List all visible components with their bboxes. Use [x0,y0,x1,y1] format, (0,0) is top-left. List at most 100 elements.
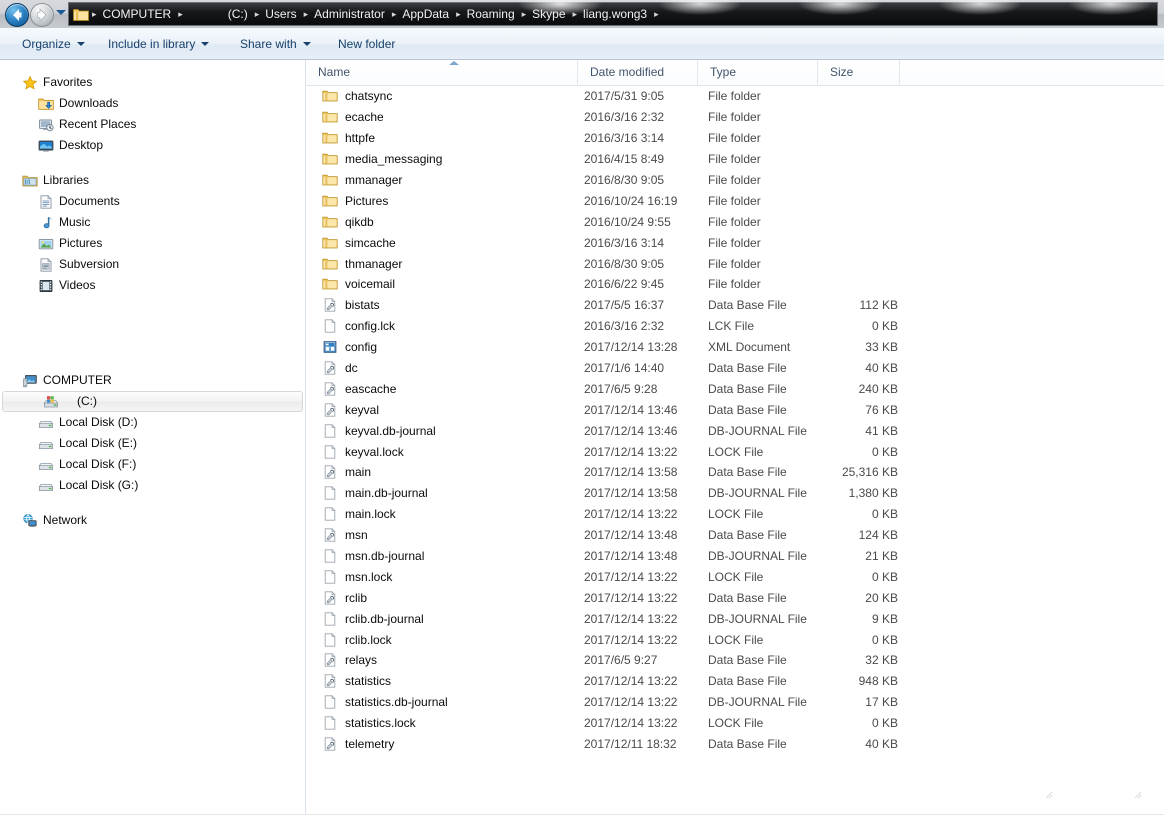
file-name-cell[interactable]: statistics.lock [322,715,578,731]
address-bar[interactable]: ▸ COMPUTER ▸ (C:) ▸ Users ▸ Administrato… [68,2,1158,26]
breadcrumb-computer[interactable]: COMPUTER [98,4,178,24]
file-name-cell[interactable]: config.lck [322,318,578,334]
file-name-cell[interactable]: voicemail [322,276,578,292]
sidebar-group-favorites[interactable]: Favorites [0,72,305,93]
back-button[interactable] [5,3,29,27]
file-list-row[interactable]: msn.db-journal2017/12/14 13:48DB-JOURNAL… [306,546,1164,567]
file-list-row[interactable]: main.lock2017/12/14 13:22LOCK File0 KB [306,504,1164,525]
column-header-type[interactable]: Type [698,60,818,85]
file-list-row[interactable]: qikdb2016/10/24 9:55File folder [306,211,1164,232]
sidebar-item-videos[interactable]: Videos [0,275,305,296]
file-list-row[interactable]: msn.lock2017/12/14 13:22LOCK File0 KB [306,566,1164,587]
file-name-cell[interactable]: dc [322,360,578,376]
sidebar-item-local-disk-e[interactable]: Local Disk (E:) [0,433,305,454]
sidebar-item-recent-places[interactable]: Recent Places [0,114,305,135]
file-name-cell[interactable]: main.db-journal [322,485,578,501]
file-name-cell[interactable]: keyval [322,402,578,418]
breadcrumb-skype[interactable]: Skype [527,4,571,24]
file-list-row[interactable]: relays2017/6/5 9:27Data Base File32 KB [306,650,1164,671]
sidebar-group-libraries[interactable]: Libraries [0,170,305,191]
file-name-cell[interactable]: media_messaging [322,151,578,167]
column-header-filler[interactable] [900,60,1164,85]
file-name-cell[interactable]: msn.lock [322,569,578,585]
file-list[interactable]: chatsync2017/5/31 9:05File folderecache2… [306,86,1164,818]
breadcrumb-administrator[interactable]: Administrator [309,4,391,24]
file-name-cell[interactable]: msn [322,527,578,543]
file-name-cell[interactable]: main [322,464,578,480]
file-list-row[interactable]: Pictures2016/10/24 16:19File folder [306,190,1164,211]
file-name-cell[interactable]: statistics.db-journal [322,694,578,710]
sidebar-item-music[interactable]: Music [0,212,305,233]
file-name-cell[interactable]: relays [322,652,578,668]
file-list-row[interactable]: keyval.lock2017/12/14 13:22LOCK File0 KB [306,441,1164,462]
file-list-row[interactable]: thmanager2016/8/30 9:05File folder [306,253,1164,274]
sidebar-item-downloads[interactable]: Downloads [0,93,305,114]
file-name-cell[interactable]: config [322,339,578,355]
file-list-row[interactable]: statistics.lock2017/12/14 13:22LOCK File… [306,713,1164,734]
organize-button[interactable]: Organize [14,34,93,55]
file-list-row[interactable]: chatsync2017/5/31 9:05File folder [306,86,1164,107]
breadcrumb-appdata[interactable]: AppData [397,4,455,24]
file-name-cell[interactable]: msn.db-journal [322,548,578,564]
file-name-cell[interactable]: rclib.lock [322,632,578,648]
file-name-cell[interactable]: main.lock [322,506,578,522]
file-name-cell[interactable]: bistats [322,297,578,313]
column-header-date-modified[interactable]: Date modified [578,60,698,85]
file-list-row[interactable]: main2017/12/14 13:58Data Base File25,316… [306,462,1164,483]
file-name-cell[interactable]: keyval.lock [322,444,578,460]
file-name-cell[interactable]: rclib [322,590,578,606]
file-list-row[interactable]: msn2017/12/14 13:48Data Base File124 KB [306,525,1164,546]
column-header-name[interactable]: Name [306,60,578,85]
sidebar-item-pictures[interactable]: Pictures [0,233,305,254]
sidebar-item-subversion[interactable]: Subversion [0,254,305,275]
sidebar-item-local-disk-g[interactable]: Local Disk (G:) [0,475,305,496]
file-list-row[interactable]: mmanager2016/8/30 9:05File folder [306,170,1164,191]
new-folder-button[interactable]: New folder [330,34,403,55]
file-list-row[interactable]: dc2017/1/6 14:40Data Base File40 KB [306,358,1164,379]
file-name-cell[interactable]: Pictures [322,193,578,209]
file-list-row[interactable]: main.db-journal2017/12/14 13:58DB-JOURNA… [306,483,1164,504]
file-list-row[interactable]: media_messaging2016/4/15 8:49File folder [306,149,1164,170]
sidebar-item-documents[interactable]: Documents [0,191,305,212]
file-list-row[interactable]: rclib.lock2017/12/14 13:22LOCK File0 KB [306,629,1164,650]
recent-pages-dropdown-icon[interactable] [56,10,66,15]
column-header-size[interactable]: Size [818,60,900,85]
file-list-row[interactable]: statistics2017/12/14 13:22Data Base File… [306,671,1164,692]
file-list-row[interactable]: rclib2017/12/14 13:22Data Base File20 KB [306,587,1164,608]
sidebar-item-desktop[interactable]: Desktop [0,135,305,156]
breadcrumb-separator[interactable]: ▸ [653,5,660,23]
sidebar-item-c-drive[interactable]: (C:) [2,391,303,412]
file-list-row[interactable]: httpfe2016/3/16 3:14File folder [306,128,1164,149]
file-list-row[interactable]: statistics.db-journal2017/12/14 13:22DB-… [306,692,1164,713]
file-list-row[interactable]: voicemail2016/6/22 9:45File folder [306,274,1164,295]
breadcrumb-roaming[interactable]: Roaming [462,4,521,24]
file-name-cell[interactable]: telemetry [322,736,578,752]
file-name-cell[interactable]: rclib.db-journal [322,611,578,627]
breadcrumb-c-drive[interactable]: (C:) [184,4,254,24]
sidebar-item-local-disk-d[interactable]: Local Disk (D:) [0,412,305,433]
sidebar-group-computer[interactable]: COMPUTER [0,370,305,391]
sidebar-group-network[interactable]: Network [0,510,305,531]
file-list-row[interactable]: keyval2017/12/14 13:46Data Base File76 K… [306,399,1164,420]
file-list-row[interactable]: simcache2016/3/16 3:14File folder [306,232,1164,253]
file-list-row[interactable]: rclib.db-journal2017/12/14 13:22DB-JOURN… [306,608,1164,629]
forward-button[interactable] [30,3,54,27]
file-list-row[interactable]: bistats2017/5/5 16:37Data Base File112 K… [306,295,1164,316]
file-name-cell[interactable]: ecache [322,109,578,125]
file-name-cell[interactable]: simcache [322,235,578,251]
share-with-button[interactable]: Share with [232,34,319,55]
sidebar-item-local-disk-f[interactable]: Local Disk (F:) [0,454,305,475]
file-name-cell[interactable]: statistics [322,673,578,689]
file-name-cell[interactable]: keyval.db-journal [322,423,578,439]
file-name-cell[interactable]: eascache [322,381,578,397]
file-name-cell[interactable]: mmanager [322,172,578,188]
file-name-cell[interactable]: qikdb [322,214,578,230]
include-in-library-button[interactable]: Include in library [100,34,217,55]
file-name-cell[interactable]: thmanager [322,256,578,272]
file-list-row[interactable]: config2017/12/14 13:28XML Document33 KB [306,337,1164,358]
file-list-row[interactable]: config.lck2016/3/16 2:32LCK File0 KB [306,316,1164,337]
file-list-row[interactable]: ecache2016/3/16 2:32File folder [306,107,1164,128]
file-list-row[interactable]: keyval.db-journal2017/12/14 13:46DB-JOUR… [306,420,1164,441]
file-name-cell[interactable]: httpfe [322,130,578,146]
file-list-row[interactable]: eascache2017/6/5 9:28Data Base File240 K… [306,378,1164,399]
